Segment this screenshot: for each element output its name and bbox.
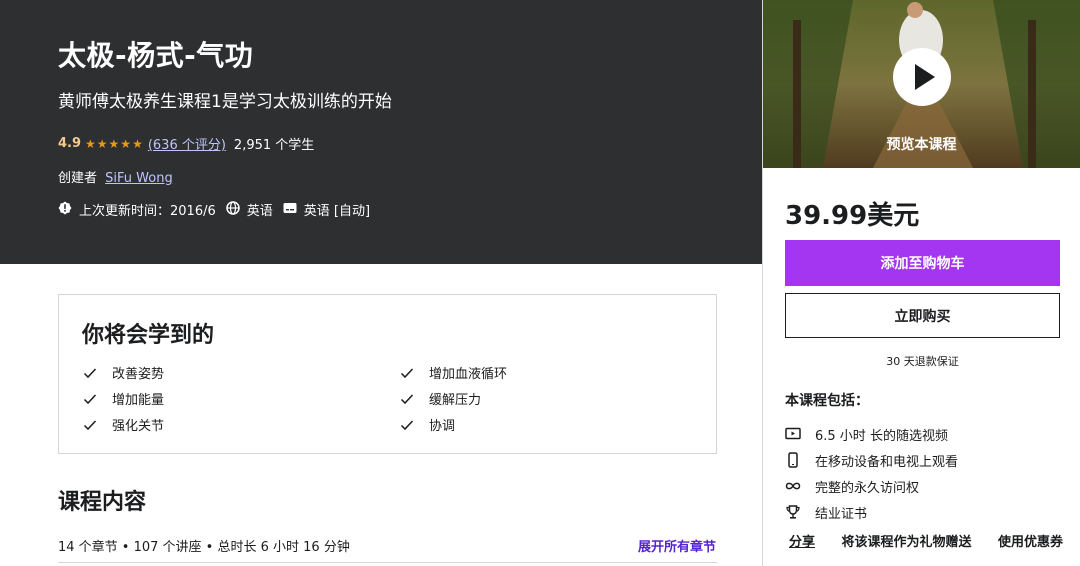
creator-link[interactable]: SiFu Wong	[105, 171, 173, 186]
course-subtitle: 黄师傅太极养生课程1是学习太极训练的开始	[58, 92, 392, 112]
include-text: 结业证书	[815, 506, 868, 522]
list-item: 6.5 小时 长的随选视频	[785, 421, 958, 447]
star-rating-icon: ★★★★★	[85, 136, 144, 151]
learn-title: 你将会学到的	[82, 323, 215, 348]
include-text: 6.5 小时 长的随选视频	[815, 428, 948, 444]
infinity-icon	[785, 478, 801, 494]
price: 39.99美元	[785, 201, 920, 231]
play-button[interactable]	[893, 48, 951, 106]
rating-row: 4.9 ★★★★★ (636 个评分) 2,951 个学生	[58, 134, 314, 153]
list-item: 增加能量	[82, 389, 399, 408]
check-icon	[400, 393, 414, 404]
course-content-title: 课程内容	[58, 490, 147, 515]
check-icon	[83, 419, 97, 430]
share-row: 分享 将该课程作为礼物赠送 使用优惠券	[789, 531, 1063, 550]
learn-item-text: 改善姿势	[112, 367, 165, 382]
divider	[58, 562, 717, 563]
include-text: 在移动设备和电视上观看	[815, 454, 959, 470]
learn-item-text: 增加能量	[112, 393, 165, 408]
includes-title: 本课程包括：	[785, 393, 869, 409]
play-icon	[915, 64, 935, 90]
preview-label: 预览本课程	[886, 137, 957, 153]
learn-item-text: 协调	[429, 419, 456, 434]
rating-value: 4.9	[58, 136, 82, 151]
creator-label: 创建者	[58, 171, 98, 186]
meta-row: 上次更新时间：2016/6 英语 英语 [自动]	[58, 200, 370, 219]
check-icon	[400, 419, 414, 430]
list-item: 协调	[399, 415, 699, 434]
captions-language: 英语 [自动]	[303, 204, 371, 219]
mobile-icon	[785, 452, 801, 468]
include-text: 完整的永久访问权	[815, 480, 920, 496]
list-item: 改善姿势	[82, 363, 399, 382]
globe-icon	[226, 200, 240, 219]
check-icon	[83, 367, 97, 378]
money-back-guarantee: 30 天退款保证	[886, 355, 959, 368]
course-content-meta: 14 个章节 • 107 个讲座 • 总时长 6 小时 16 分钟	[58, 540, 350, 555]
learn-item-text: 缓解压力	[429, 393, 482, 408]
list-item: 在移动设备和电视上观看	[785, 447, 958, 473]
what-you-will-learn: 你将会学到的 改善姿势 增加血液循环 增加能量 缓解压力 强化关节 协调	[58, 294, 717, 454]
creator-row: 创建者 SiFu Wong	[58, 167, 173, 186]
captions-icon	[283, 202, 297, 218]
alert-icon	[58, 201, 72, 219]
list-item: 结业证书	[785, 499, 958, 525]
includes-list: 6.5 小时 长的随选视频 在移动设备和电视上观看 完整的永久访问权 结业证书	[785, 421, 958, 525]
apply-coupon-link[interactable]: 使用优惠券	[998, 531, 1063, 550]
trophy-icon	[785, 504, 801, 520]
learn-item-text: 强化关节	[112, 419, 165, 434]
list-item: 缓解压力	[399, 389, 699, 408]
share-link[interactable]: 分享	[789, 531, 815, 550]
learn-list: 改善姿势 增加血液循环 增加能量 缓解压力 强化关节 协调	[82, 363, 702, 434]
check-icon	[83, 393, 97, 404]
video-icon	[785, 426, 801, 442]
buy-now-button[interactable]: 立即购买	[785, 293, 1060, 338]
course-title: 太极-杨式-气功	[58, 39, 254, 72]
purchase-sidebar: 预览本课程 39.99美元 添加至购物车 立即购买 30 天退款保证 本课程包括…	[762, 0, 1080, 566]
students-count: 2,951 个学生	[233, 138, 315, 153]
list-item: 增加血液循环	[399, 363, 699, 382]
check-icon	[400, 367, 414, 378]
gift-course-link[interactable]: 将该课程作为礼物赠送	[841, 531, 971, 550]
ratings-count-link[interactable]: (636 个评分)	[148, 134, 226, 153]
list-item: 完整的永久访问权	[785, 473, 958, 499]
list-item: 强化关节	[82, 415, 399, 434]
add-to-cart-button[interactable]: 添加至购物车	[785, 240, 1060, 286]
last-updated: 上次更新时间：2016/6	[79, 204, 216, 219]
language: 英语	[246, 204, 273, 219]
course-preview[interactable]: 预览本课程	[763, 0, 1080, 168]
learn-item-text: 增加血液循环	[429, 367, 508, 382]
expand-all-sections-button[interactable]: 展开所有章节	[638, 536, 716, 555]
